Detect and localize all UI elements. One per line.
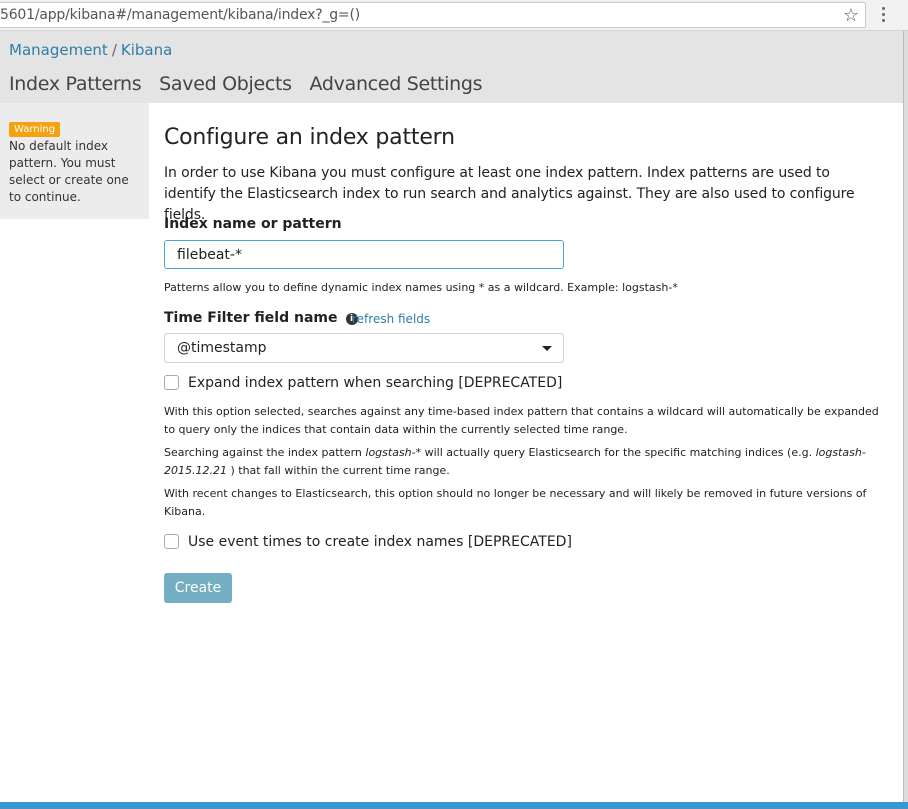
expand-help-2-a: Searching against the index pattern bbox=[164, 446, 366, 459]
event-times-option[interactable]: Use event times to create index names [D… bbox=[164, 534, 572, 550]
index-name-label: Index name or pattern bbox=[164, 216, 342, 232]
taskbar-edge bbox=[0, 802, 908, 809]
window-edge bbox=[903, 31, 908, 809]
expand-help-2-b: will actually query Elasticsearch for th… bbox=[421, 446, 816, 459]
page-title: Configure an index pattern bbox=[164, 125, 455, 150]
event-times-label: Use event times to create index names [D… bbox=[188, 534, 572, 550]
browser-toolbar: 5601/app/kibana#/management/kibana/index… bbox=[0, 0, 908, 31]
time-field-select[interactable]: @timestamp bbox=[164, 333, 564, 363]
breadcrumb-kibana[interactable]: Kibana bbox=[121, 41, 172, 59]
warning-badge: Warning bbox=[9, 122, 61, 137]
expand-help-3: With recent changes to Elasticsearch, th… bbox=[164, 487, 867, 518]
caret-down-icon bbox=[542, 346, 552, 351]
tab-saved-objects[interactable]: Saved Objects bbox=[159, 73, 292, 95]
breadcrumb: Management / Kibana bbox=[9, 41, 172, 59]
tab-index-patterns[interactable]: Index Patterns bbox=[9, 73, 142, 95]
management-header: Management / Kibana Index Patterns Saved O… bbox=[0, 31, 903, 103]
event-times-checkbox[interactable] bbox=[164, 534, 179, 549]
refresh-fields-link[interactable]: refresh fields bbox=[352, 312, 430, 326]
management-tabs: Index Patterns Saved Objects Advanced Se… bbox=[9, 73, 494, 95]
expand-help-2-pattern: logstash-* bbox=[365, 446, 422, 459]
expand-index-label: Expand index pattern when searching [DEP… bbox=[188, 375, 563, 391]
star-icon[interactable]: ☆ bbox=[843, 4, 859, 26]
expand-help-1: With this option selected, searches agai… bbox=[164, 405, 879, 436]
index-pattern-help: Patterns allow you to define dynamic ind… bbox=[164, 281, 678, 294]
no-default-index-message: No default index pattern. You must selec… bbox=[9, 139, 129, 204]
tab-advanced-settings[interactable]: Advanced Settings bbox=[310, 73, 483, 95]
expand-index-option[interactable]: Expand index pattern when searching [DEP… bbox=[164, 375, 562, 391]
time-filter-label-text: Time Filter field name bbox=[164, 310, 338, 326]
expand-index-checkbox[interactable] bbox=[164, 375, 179, 390]
url-text[interactable]: 5601/app/kibana#/management/kibana/index… bbox=[0, 7, 360, 23]
breadcrumb-separator: / bbox=[111, 41, 117, 59]
time-field-selected-value: @timestamp bbox=[177, 340, 267, 356]
expand-help-2: Searching against the index pattern logs… bbox=[164, 444, 884, 480]
expand-help-2-c: ) that fall within the current time rang… bbox=[226, 464, 450, 477]
more-vert-icon[interactable] bbox=[878, 4, 888, 26]
breadcrumb-management[interactable]: Management bbox=[9, 41, 108, 59]
index-pattern-input[interactable] bbox=[164, 240, 564, 269]
time-filter-label: Time Filter field name i bbox=[164, 310, 358, 326]
address-bar[interactable]: 5601/app/kibana#/management/kibana/index… bbox=[0, 2, 866, 28]
create-button[interactable]: Create bbox=[164, 573, 232, 603]
index-pattern-sidebar: Warning No default index pattern. You mu… bbox=[0, 103, 149, 219]
